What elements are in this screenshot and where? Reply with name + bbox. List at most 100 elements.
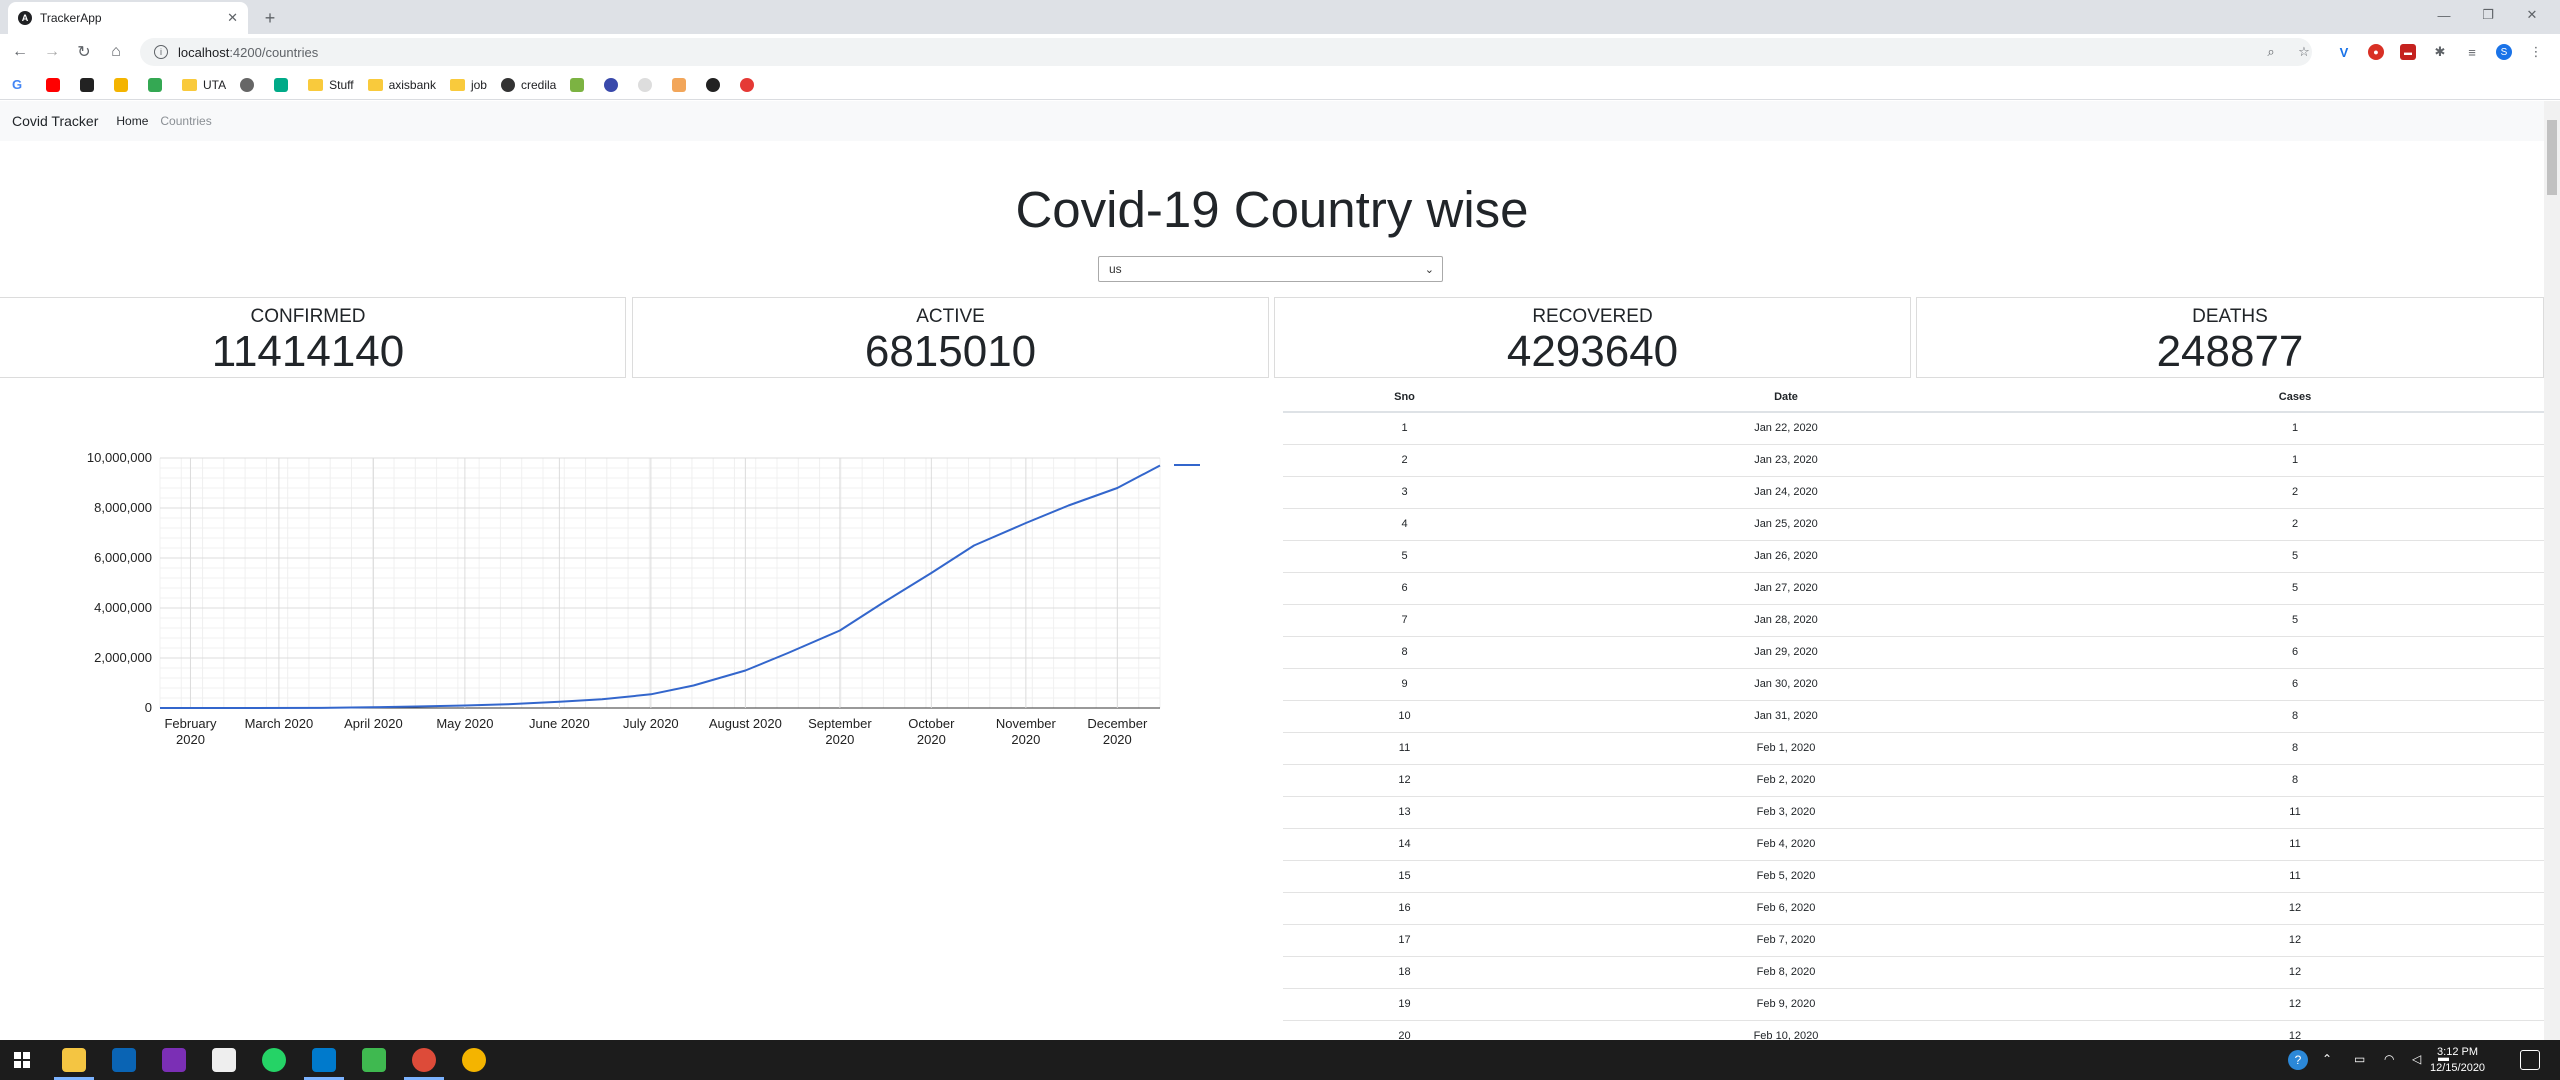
bookmark-bird[interactable] (274, 77, 294, 92)
x-tick-label: September (808, 716, 872, 731)
outlook-icon[interactable] (112, 1048, 136, 1072)
whatsapp-icon[interactable] (262, 1048, 286, 1072)
chrome-icon[interactable] (412, 1048, 436, 1072)
card-value: 11414140 (211, 327, 405, 376)
cell-sno: 3 (1283, 476, 1526, 509)
card-label: DEATHS (2192, 306, 2268, 327)
battery-icon[interactable]: ▭ (2354, 1052, 2365, 1066)
cell-cases: 1 (2046, 444, 2544, 477)
card-label: ACTIVE (916, 306, 985, 327)
bookmark-stuff[interactable]: Stuff (308, 78, 354, 92)
nav-home[interactable]: Home (116, 114, 148, 128)
bookmark-star-icon[interactable]: ☆ (2296, 44, 2312, 60)
help-icon[interactable]: ? (2288, 1050, 2308, 1070)
bookmark-apple[interactable] (240, 77, 260, 92)
zoom-icon[interactable]: ⌕ (2263, 44, 2279, 60)
menu-kebab-icon[interactable]: ⋮ (2528, 44, 2544, 60)
ft-icon (672, 77, 687, 92)
x-tick-label: July 2020 (623, 716, 679, 731)
notion-icon[interactable] (212, 1048, 236, 1072)
table-row: 3 Jan 24, 2020 2 (1283, 476, 2544, 509)
nav-countries[interactable]: Countries (160, 114, 211, 128)
cell-date: Jan 28, 2020 (1526, 604, 2046, 637)
y-tick-label: 10,000,000 (87, 450, 152, 465)
table-row: 14 Feb 4, 2020 11 (1283, 828, 2544, 861)
x-tick-label: November (996, 716, 1057, 731)
country-select[interactable]: us ⌄ (1098, 256, 1443, 282)
bird-icon (274, 77, 289, 92)
cell-date: Feb 8, 2020 (1526, 956, 2046, 989)
youtube-icon (46, 77, 60, 92)
bookmark-job[interactable]: job (449, 78, 487, 92)
vscode-insiders-icon[interactable] (362, 1048, 386, 1072)
clock-date: 12/15/2020 (2430, 1062, 2486, 1074)
yellow-app-icon[interactable] (462, 1048, 486, 1072)
app-brand[interactable]: Covid Tracker (12, 113, 98, 129)
cases-table-container[interactable]: Sno Date Cases 1 Jan 22, 2020 1 2 Jan 23, 20… (1283, 382, 2544, 1040)
close-tab-icon[interactable]: ✕ (227, 10, 238, 26)
media-control-icon[interactable]: ≡ (2464, 44, 2480, 60)
y-tick-label: 4,000,000 (94, 600, 152, 615)
cell-date: Feb 1, 2020 (1526, 732, 2046, 765)
x-tick-label: April 2020 (344, 716, 403, 731)
bookmark-green[interactable] (570, 77, 590, 92)
page-scrollbar[interactable] (2544, 101, 2560, 1040)
volume-icon[interactable]: ◁ (2412, 1052, 2421, 1066)
bookmark-gear[interactable] (638, 77, 658, 92)
browser-tab[interactable]: A TrackerApp ✕ (8, 2, 248, 34)
bookmark-globe[interactable] (706, 77, 726, 92)
site-info-icon[interactable]: i (154, 45, 168, 59)
bookmark-maps[interactable] (148, 77, 168, 92)
restore-icon[interactable]: ❐ (2468, 4, 2508, 26)
x-tick-label: 2020 (1103, 732, 1132, 747)
bookmark-ft[interactable] (672, 77, 692, 92)
onenote-icon[interactable] (162, 1048, 186, 1072)
bookmark-youtube[interactable] (46, 77, 66, 92)
home-icon[interactable]: ⌂ (106, 42, 126, 62)
bookmark-uta[interactable]: UTA (182, 78, 226, 92)
extension-red-icon[interactable]: ▬ (2400, 44, 2416, 60)
vscode-icon[interactable] (312, 1048, 336, 1072)
green-square-icon (570, 77, 585, 92)
cell-sno: 13 (1283, 796, 1526, 829)
forward-icon[interactable]: → (42, 42, 62, 62)
windows-start-icon[interactable] (14, 1052, 30, 1068)
scrollbar-thumb[interactable] (2547, 120, 2557, 195)
google-icon: G (12, 77, 26, 92)
extensions-puzzle-icon[interactable]: ✱ (2432, 44, 2448, 60)
profile-avatar-icon[interactable]: S (2496, 44, 2512, 60)
series-line-cases (160, 464, 1161, 709)
bookmark-axisbank[interactable]: axisbank (367, 78, 436, 92)
cell-sno: 19 (1283, 988, 1526, 1021)
back-icon[interactable]: ← (10, 42, 30, 62)
cell-sno: 11 (1283, 732, 1526, 765)
url-host: localhost (178, 44, 230, 60)
bookmark-credila[interactable]: credila (500, 77, 556, 92)
cell-date: Jan 25, 2020 (1526, 508, 2046, 541)
minimize-icon[interactable]: — (2424, 4, 2464, 26)
x-tick-label: 2020 (917, 732, 946, 747)
bookmark-red[interactable] (740, 77, 760, 92)
window-close-icon[interactable]: ✕ (2512, 4, 2552, 26)
x-tick-label: 2020 (825, 732, 854, 747)
bookmark-amazon[interactable] (80, 77, 100, 92)
bookmark-colorful[interactable] (114, 77, 134, 92)
file-explorer-icon[interactable] (62, 1048, 86, 1072)
extension-adblock-icon[interactable]: ● (2368, 44, 2384, 60)
new-tab-icon[interactable]: + (258, 6, 282, 30)
bookmark-blue[interactable] (604, 77, 624, 92)
cell-sno: 4 (1283, 508, 1526, 541)
address-bar[interactable]: i localhost:4200/countries (140, 38, 2312, 66)
table-row: 11 Feb 1, 2020 8 (1283, 732, 2544, 765)
cell-cases: 1 (2046, 412, 2544, 445)
notification-icon[interactable] (2520, 1050, 2540, 1070)
extension-v-icon[interactable]: V (2336, 44, 2352, 60)
bookmark-google[interactable]: G (12, 77, 32, 92)
red-phone-icon (740, 77, 755, 92)
reload-icon[interactable]: ↻ (74, 42, 94, 62)
tray-chevron-icon[interactable]: ⌃ (2322, 1052, 2332, 1066)
system-clock[interactable]: 3:12 PM 12/15/2020 (2430, 1044, 2485, 1076)
y-tick-label: 2,000,000 (94, 650, 152, 665)
wifi-icon[interactable]: ◠ (2384, 1052, 2394, 1066)
cases-table: Sno Date Cases 1 Jan 22, 2020 1 2 Jan 23, 20… (1283, 382, 2544, 1040)
